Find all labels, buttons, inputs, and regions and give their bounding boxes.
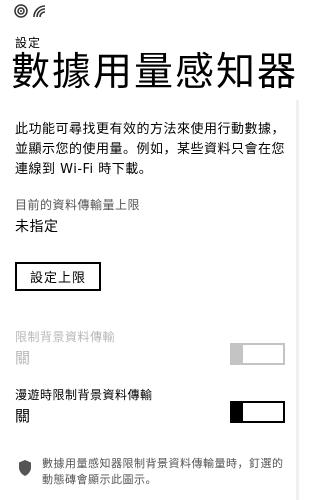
- restrict-roaming-background-data-label: 漫遊時限制背景資料傳輸: [15, 388, 153, 402]
- shield-icon: [18, 460, 32, 480]
- restrict-background-data-toggle[interactable]: [230, 343, 285, 365]
- feature-description: 此功能可尋找更有效的方法來使用行動數據，並顯示您的使用量。例如，某些資料只會在您…: [15, 122, 286, 177]
- data-limit-label: 目前的資料傳輸量上限: [15, 198, 141, 212]
- scrollbar[interactable]: [296, 100, 299, 500]
- restrict-roaming-background-data-toggle[interactable]: [230, 401, 285, 423]
- data-limit-value: 未指定: [15, 219, 59, 235]
- wifi-icon: [32, 4, 48, 18]
- restrict-roaming-background-data-state: 關: [15, 407, 31, 425]
- app-name: 設定: [15, 36, 42, 50]
- signal-icon: [14, 4, 28, 18]
- restrict-background-data-state: 關: [15, 349, 31, 367]
- restrict-background-data-label: 限制背景資料傳輸: [15, 330, 116, 344]
- status-bar: [14, 3, 48, 19]
- page-title: 數據用量感知器: [11, 50, 299, 95]
- set-limit-button[interactable]: 設定上限: [15, 262, 101, 291]
- toggle-knob: [232, 345, 243, 363]
- footer-note: 數據用量感知器限制背景資料傳輸量時，釘選的動態磚會顯示此圖示。: [42, 457, 284, 486]
- data-sense-page: 設定 數據用量感知器 此功能可尋找更有效的方法來使用行動數據，並顯示您的使用量。…: [0, 0, 300, 500]
- toggle-knob: [232, 403, 243, 421]
